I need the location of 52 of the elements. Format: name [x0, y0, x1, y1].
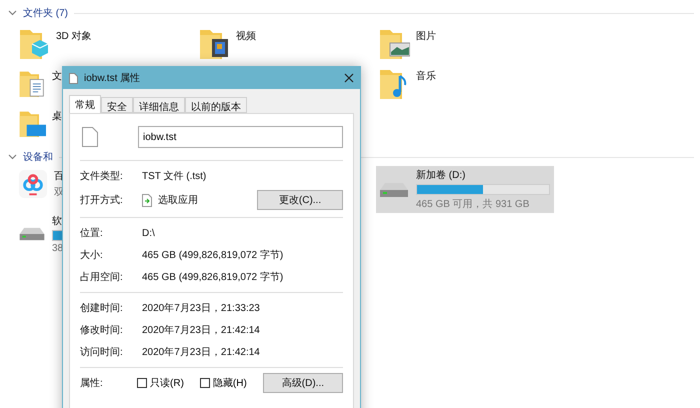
advanced-button[interactable]: 高级(D)... — [262, 373, 343, 393]
file-name-field[interactable]: iobw.tst — [138, 126, 343, 148]
property-label: 访问时间: — [80, 346, 124, 359]
chevron-icon[interactable] — [8, 154, 17, 160]
cloud-app-icon — [18, 168, 48, 200]
device-name: 新加卷 (D:) — [416, 168, 466, 182]
folder-item[interactable]: 视频 — [196, 24, 366, 64]
property-value: TST 文件 (.tst) — [142, 170, 206, 183]
section-title[interactable]: 设备和 — [23, 150, 53, 164]
file-icon — [82, 127, 98, 147]
property-value: D:\ — [142, 228, 155, 238]
folder-name: 图片 — [416, 30, 436, 43]
chevron-icon[interactable] — [8, 10, 17, 16]
folder-item[interactable]: 桌 — [16, 104, 64, 144]
property-label: 打开方式: — [80, 194, 124, 207]
folder-item[interactable]: 音乐 — [376, 64, 546, 104]
file-icon — [69, 72, 78, 84]
app-icon — [142, 194, 152, 206]
window-title: iobw.tst 属性 — [84, 72, 142, 85]
property-value: 2020年7月23日，21:42:14 — [142, 324, 260, 337]
attribute-checkbox[interactable]: 隐藏(H) — [200, 376, 247, 390]
folder-name: 音乐 — [416, 70, 436, 83]
tab[interactable]: 详细信息 — [133, 97, 185, 113]
property-value: 选取应用 — [158, 194, 198, 207]
device-name: 软 — [52, 215, 63, 228]
tab[interactable]: 以前的版本 — [185, 97, 247, 113]
property-label: 属性: — [80, 376, 104, 390]
folder-item[interactable]: 3D 对象 — [16, 24, 186, 64]
device-item[interactable]: 新加卷 (D:) 465 GB 可用，共 931 GB — [376, 166, 554, 213]
property-label: 位置: — [80, 226, 104, 240]
tab[interactable]: 安全 — [101, 97, 133, 113]
property-value: 465 GB (499,826,819,072 字节) — [142, 248, 284, 262]
folder-name: 3D 对象 — [56, 30, 92, 43]
property-label: 占用空间: — [80, 270, 124, 284]
property-label: 修改时间: — [80, 324, 124, 337]
property-label: 大小: — [80, 248, 104, 262]
tab[interactable]: 常规 — [69, 95, 101, 113]
property-label: 文件类型: — [80, 170, 124, 183]
folder-item[interactable]: 图片 — [376, 24, 546, 64]
device-detail: 465 GB 可用，共 931 GB — [416, 198, 530, 211]
attribute-checkbox[interactable]: 只读(R) — [137, 376, 184, 390]
folder-name: 文 — [52, 70, 62, 83]
folder-name: 视频 — [236, 30, 256, 43]
property-value: 465 GB (499,826,819,072 字节) — [142, 270, 284, 284]
close-button[interactable] — [344, 73, 354, 83]
property-value: 2020年7月23日，21:33:23 — [142, 302, 260, 315]
folder-item[interactable]: 文 — [16, 64, 64, 104]
property-value: 2020年7月23日，21:42:14 — [142, 346, 260, 359]
folder-name: 桌 — [52, 110, 62, 123]
change-button[interactable]: 更改(C)... — [257, 190, 343, 210]
section-title[interactable]: 文件夹 (7) — [23, 6, 68, 20]
property-label: 创建时间: — [80, 302, 124, 315]
